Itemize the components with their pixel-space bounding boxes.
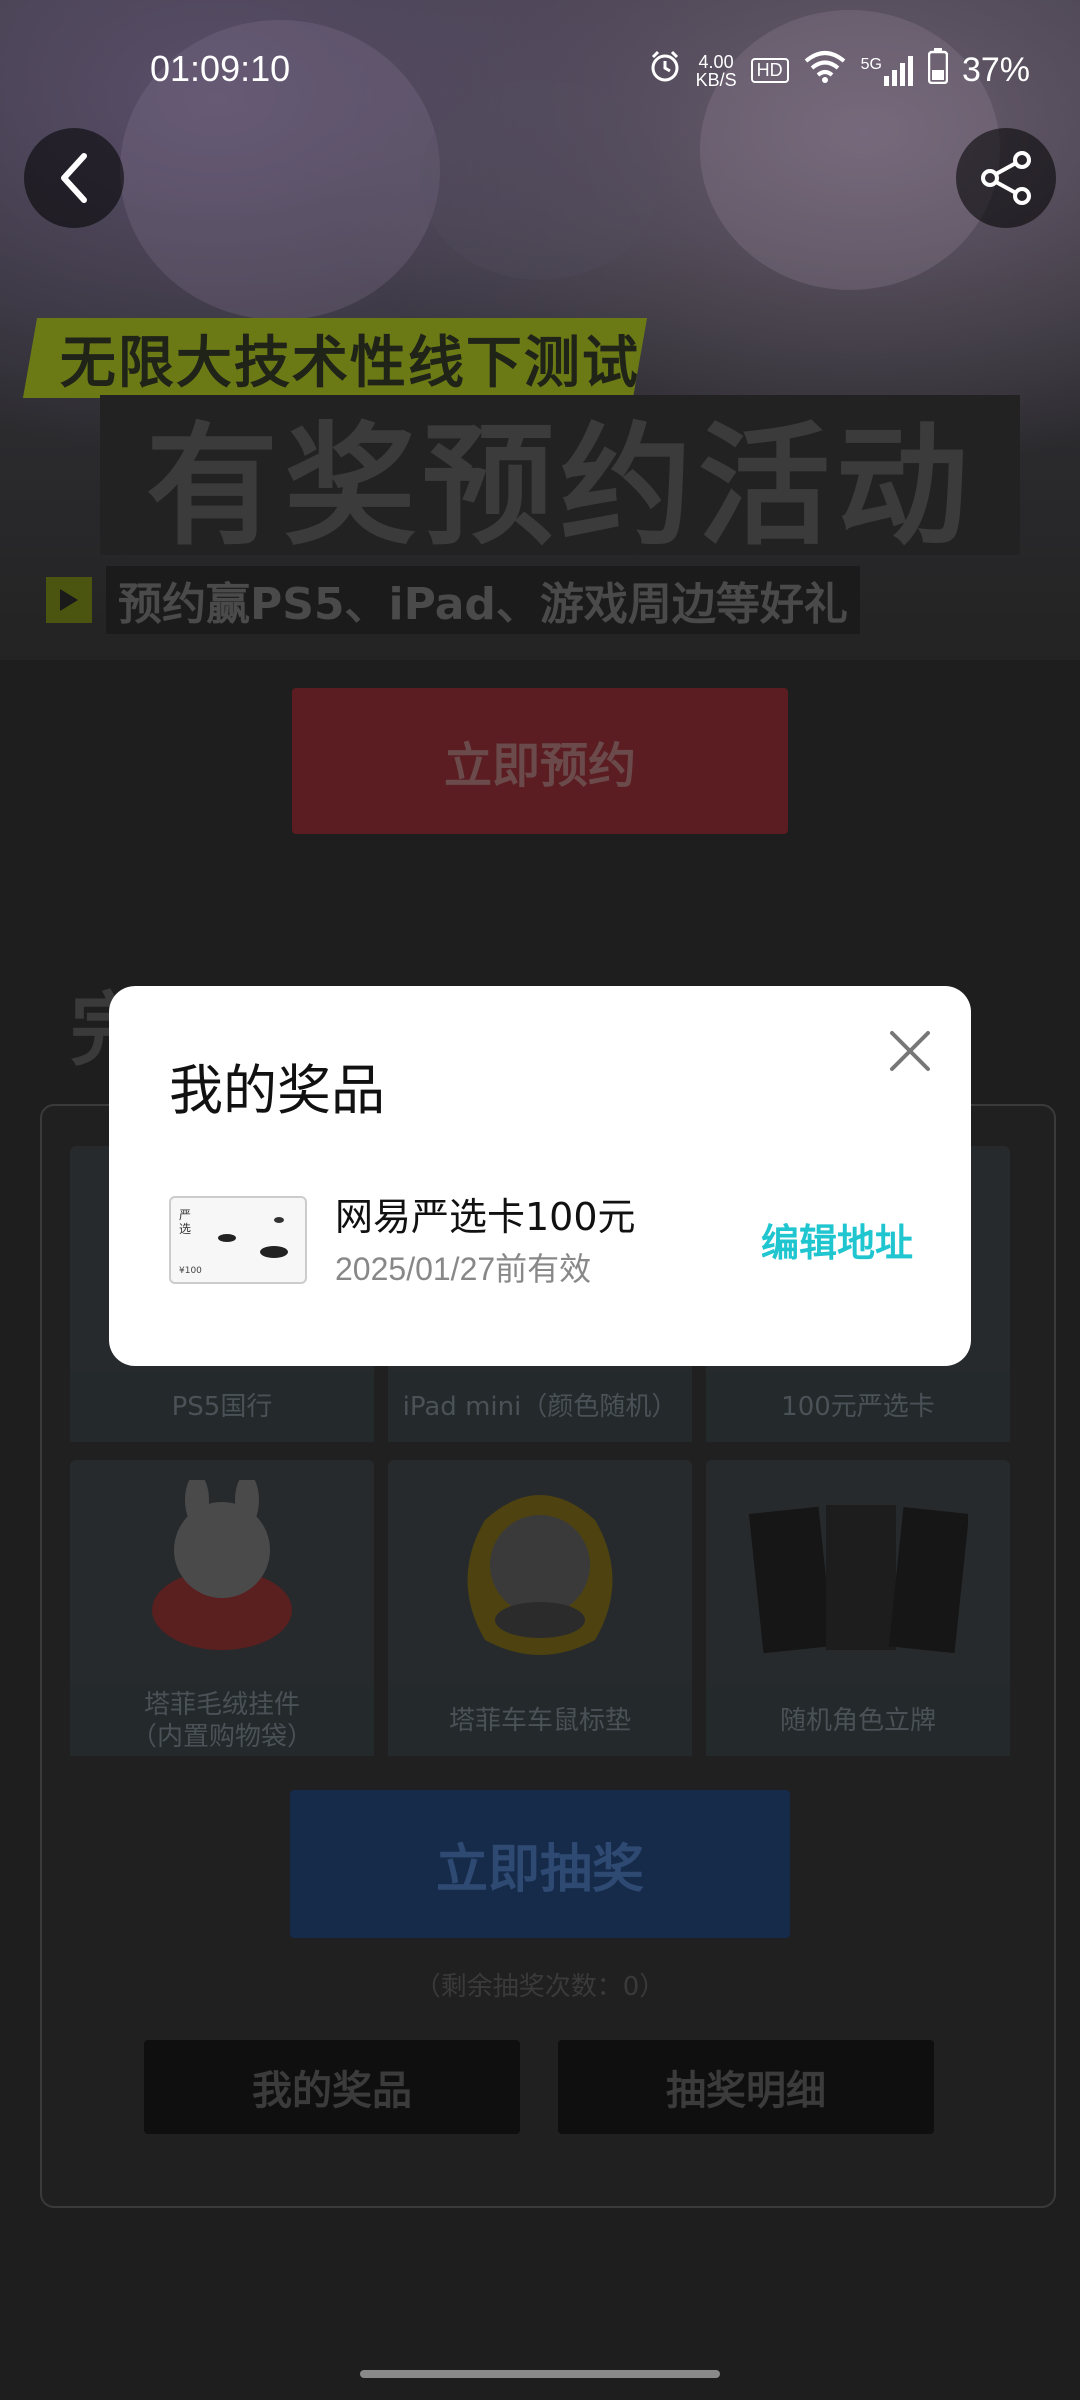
modal-title: 我的奖品 <box>169 1059 385 1122</box>
prize-thumbnail: 严 选 ¥100 <box>169 1196 307 1284</box>
thumb-value: ¥100 <box>179 1266 202 1276</box>
page: 01:09:10 4.00 KB/S HD 5G 37% 无限大技术性线下测试 … <box>0 0 1080 2400</box>
my-prizes-modal: 我的奖品 严 选 ¥100 网易严选卡100元 2025/01/27前有效 编辑… <box>109 986 971 1366</box>
prize-name: 网易严选卡100元 <box>335 1195 636 1239</box>
close-icon <box>890 1031 930 1071</box>
home-indicator[interactable] <box>360 2370 720 2378</box>
prize-expire: 2025/01/27前有效 <box>335 1251 592 1287</box>
edit-address-link[interactable]: 编辑地址 <box>761 1212 913 1267</box>
close-button[interactable] <box>875 1016 945 1086</box>
